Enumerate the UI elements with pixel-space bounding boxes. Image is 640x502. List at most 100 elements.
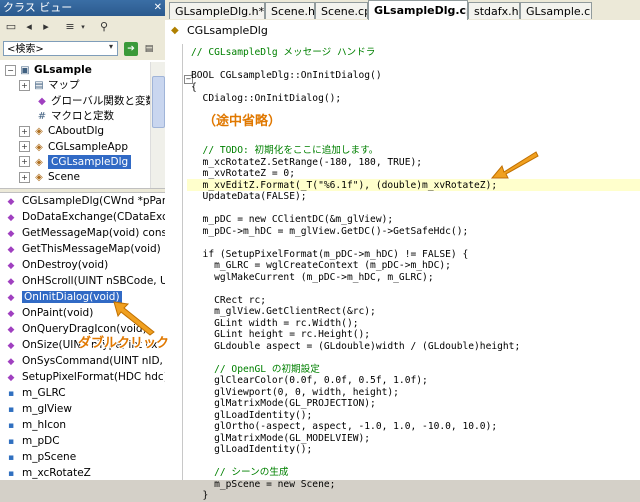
code-line: } bbox=[191, 490, 209, 501]
tab[interactable]: Scene.h bbox=[265, 2, 315, 19]
member-item[interactable]: ◆ OnDestroy(void) bbox=[0, 257, 109, 273]
method-icon: ◆ bbox=[7, 293, 15, 303]
code-line: m_xvRotateZ = 0; bbox=[191, 168, 295, 179]
expander-icon[interactable]: + bbox=[19, 171, 30, 183]
expander-icon[interactable]: + bbox=[19, 125, 30, 137]
class-icon: ◈ bbox=[35, 156, 43, 168]
member-item[interactable]: ▪ m_hIcon bbox=[0, 417, 66, 433]
code-line: m_pScene = new Scene; bbox=[191, 478, 336, 490]
member-item[interactable]: ◆ OnPaint(void) bbox=[0, 305, 94, 321]
member-item[interactable]: ▪ m_xcRotateZ bbox=[0, 465, 91, 480]
code-line: glMatrixMode(GL_MODELVIEW); bbox=[191, 432, 371, 444]
member-label: OnPaint(void) bbox=[22, 307, 94, 319]
tree-item[interactable]: ◆ グローバル関数と変数 bbox=[22, 94, 156, 109]
field-icon: ▪ bbox=[7, 421, 15, 431]
member-item[interactable]: ▪ m_GLRC bbox=[0, 385, 66, 401]
member-item[interactable]: ◆ CGLsampleDlg(CWnd *pPar bbox=[0, 193, 165, 209]
tab[interactable]: GLsampleDlg.cpp* bbox=[368, 0, 468, 20]
code-line: m_glView.GetClientRect(&rc); bbox=[191, 306, 376, 317]
member-item[interactable]: ▪ m_pScene bbox=[0, 449, 76, 465]
member-label: OnDestroy(void) bbox=[22, 259, 109, 271]
code-line: if (SetupPixelFormat(m_pDC->m_hDC) != FA… bbox=[191, 248, 469, 260]
member-item[interactable]: ◆ SetupPixelFormat(HDC hdc) bbox=[0, 369, 165, 385]
code-line: glLoadIdentity(); bbox=[191, 409, 313, 421]
method-icon: ◆ bbox=[7, 245, 15, 255]
member-item[interactable]: ◆ GetThisMessageMap(void) bbox=[0, 241, 161, 257]
member-item[interactable]: ◆ GetMessageMap(void) const bbox=[0, 225, 166, 241]
arrow-to-line-icon bbox=[490, 151, 539, 179]
expander-icon[interactable]: + bbox=[19, 156, 30, 168]
class-selector[interactable]: CGLsampleDlg bbox=[187, 24, 268, 37]
tree-item[interactable]: + ◈ CGLsampleDlg bbox=[19, 154, 132, 170]
tab[interactable]: GLsampleDlg.h* bbox=[169, 2, 265, 19]
member-item[interactable]: ▪ m_glView bbox=[0, 401, 72, 417]
search-bar: <検索> ▾ ➔ ▤ bbox=[0, 38, 165, 60]
expander-icon[interactable]: + bbox=[19, 141, 30, 152]
code-line: glOrtho(-aspect, aspect, -1.0, 1.0, -10.… bbox=[191, 421, 498, 432]
code-line: m_xvEditZ.Format(_T("%6.1f"), (double)m_… bbox=[191, 179, 498, 191]
macro-icon: # bbox=[37, 110, 47, 122]
code-line: m_pDC->m_hDC = m_glView.GetDC()->GetSafe… bbox=[191, 225, 469, 237]
field-icon: ▪ bbox=[7, 469, 15, 479]
tab[interactable]: stdafx.h bbox=[468, 2, 520, 19]
method-icon: ◆ bbox=[7, 197, 15, 207]
arrow-to-member-icon bbox=[113, 301, 155, 336]
tree-item[interactable]: # マクロと定数 bbox=[22, 109, 114, 124]
code-line: // CGLsampleDlg メッセージ ハンドラ bbox=[191, 47, 376, 58]
browse-icon[interactable]: ⚲ bbox=[96, 19, 112, 35]
member-item[interactable]: ◆ OnSysCommand(UINT nID, bbox=[0, 353, 163, 369]
tree-item[interactable]: + ▤ マップ bbox=[19, 78, 80, 93]
member-item[interactable]: ◆ OnHScroll(UINT nSBCode, U bbox=[0, 273, 165, 289]
code-line: m_GLRC = wglCreateContext (m_pDC->m_hDC)… bbox=[191, 260, 451, 271]
scrollbar-thumb[interactable] bbox=[152, 76, 165, 128]
search-input[interactable]: <検索> bbox=[3, 41, 118, 56]
member-label: GetMessageMap(void) const bbox=[22, 227, 166, 239]
tree-item-label: Scene bbox=[48, 171, 81, 184]
search-go-icon[interactable]: ➔ bbox=[124, 42, 138, 56]
forward-icon[interactable]: ▸ bbox=[38, 19, 54, 35]
search-options-icon[interactable]: ▤ bbox=[142, 42, 156, 56]
class-icon: ◆ bbox=[171, 25, 179, 36]
method-icon: ◆ bbox=[7, 261, 15, 271]
member-label: m_xcRotateZ bbox=[22, 467, 91, 479]
member-item[interactable]: ▪ m_pDC bbox=[0, 433, 60, 449]
code-line: UpdateData(FALSE); bbox=[191, 191, 307, 202]
member-label: m_glView bbox=[22, 403, 72, 415]
member-label: m_GLRC bbox=[22, 387, 66, 399]
tree-scrollbar[interactable] bbox=[150, 62, 165, 188]
tree-item-label: グローバル関数と変数 bbox=[51, 94, 156, 107]
code-line: wglMakeCurrent (m_pDC->m_hDC, m_GLRC); bbox=[191, 271, 434, 283]
method-icon: ◆ bbox=[7, 229, 15, 239]
class-icon: ◈ bbox=[35, 126, 43, 138]
tree-item-label: CGLsampleDlg bbox=[48, 154, 132, 169]
class-view-pane: クラス ビュー ✕ ▭ ◂ ▸ ≡ ▾ ⚲ <検索> ▾ ➔ ▤ − ▣ GLsam… bbox=[0, 0, 166, 480]
code-line: GLint height = rc.Height(); bbox=[191, 329, 371, 340]
expander-icon[interactable]: − bbox=[5, 64, 16, 76]
map-icon: ▤ bbox=[34, 80, 44, 92]
close-icon[interactable]: ✕ bbox=[154, 0, 162, 16]
class-icon: ◈ bbox=[35, 172, 43, 184]
search-dropdown-icon[interactable]: ▾ bbox=[109, 42, 113, 51]
member-item[interactable]: ◆ OnInitDialog(void) bbox=[0, 289, 122, 305]
member-item[interactable]: ◆ DoDataExchange(CDataExc bbox=[0, 209, 165, 225]
sort-dropdown-icon[interactable]: ▾ bbox=[75, 19, 91, 35]
folder-icon[interactable]: ▭ bbox=[3, 19, 19, 35]
tab[interactable]: Scene.cpp bbox=[315, 2, 368, 19]
tab[interactable]: GLsample.cpp bbox=[520, 2, 592, 19]
class-view-toolbar: ▭ ◂ ▸ ≡ ▾ ⚲ bbox=[0, 16, 165, 39]
method-icon: ◆ bbox=[7, 325, 15, 335]
tree-item[interactable]: + ◈ Scene bbox=[19, 170, 80, 185]
member-label: m_hIcon bbox=[22, 419, 67, 431]
back-icon[interactable]: ◂ bbox=[21, 19, 37, 35]
code-line: BOOL CGLsampleDlg::OnInitDialog() bbox=[191, 70, 382, 81]
tree-item[interactable]: − ▣ GLsample bbox=[5, 63, 92, 78]
field-icon: ▪ bbox=[7, 453, 15, 463]
tree-item[interactable]: + ◈ CGLsampleApp bbox=[19, 140, 128, 155]
tree-item[interactable]: + ◈ CAboutDlg bbox=[19, 124, 104, 139]
code-line: GLint width = rc.Width(); bbox=[191, 317, 359, 329]
project-icon: ▣ bbox=[20, 65, 30, 76]
method-icon: ◆ bbox=[7, 357, 15, 367]
field-icon: ▪ bbox=[7, 389, 15, 399]
expander-icon[interactable]: + bbox=[19, 79, 30, 91]
code-line: m_xcRotateZ.SetRange(-180, 180, TRUE); bbox=[191, 156, 423, 168]
